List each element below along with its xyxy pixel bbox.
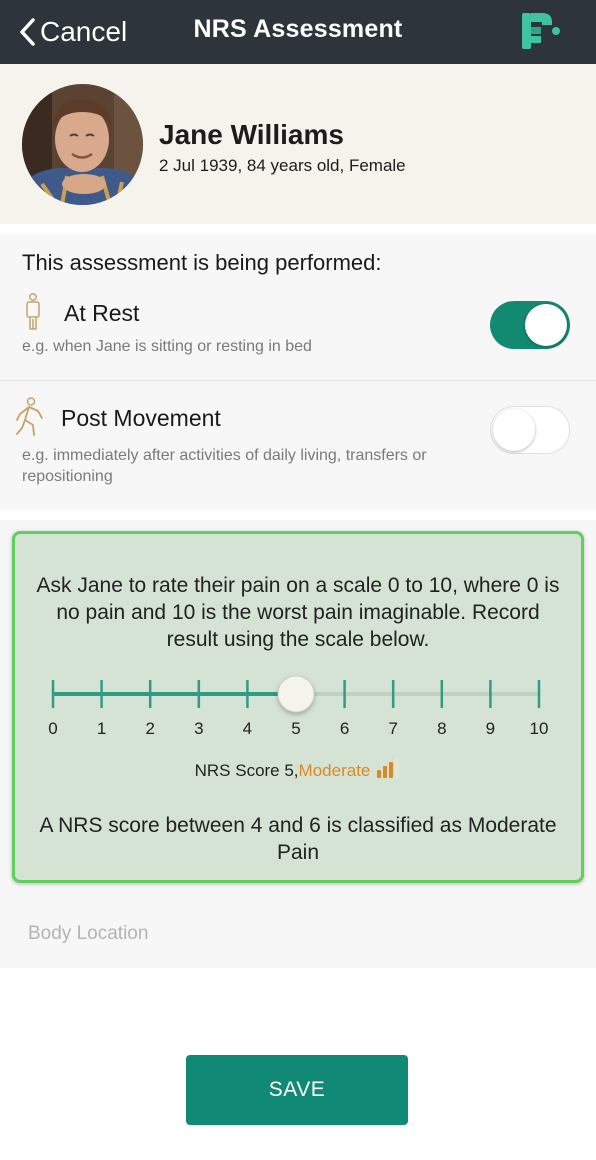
body-location-placeholder: Body Location [28,923,149,944]
patient-header: Jane Williams 2 Jul 1939, 84 years old, … [0,64,596,224]
nrs-score-level: Moderate [298,761,371,780]
slider-tick-label: 4 [243,719,252,738]
page-title: NRS Assessment [193,15,403,43]
patient-name: Jane Williams [159,119,344,150]
standing-person-icon [26,293,40,330]
nrs-classification: A NRS score between 4 and 6 is classifie… [39,814,557,864]
walking-person-icon [16,397,43,436]
app-logo-icon [522,13,560,49]
slider-tick-label: 2 [145,719,154,738]
divider [0,380,596,381]
slider-tick-label: 9 [486,719,495,738]
option-desc-at-rest: e.g. when Jane is sitting or resting in … [22,338,312,355]
slider-tick-label: 1 [97,719,106,738]
slider-tick-label: 5 [291,719,300,738]
nrs-slider[interactable]: 0 1 2 3 4 5 6 7 8 9 10 [15,672,587,742]
assessment-context-section: This assessment is being performed: At R… [0,234,596,510]
level-bar [395,758,400,778]
toggle-knob [525,304,567,346]
slider-tick-label: 8 [437,719,446,738]
level-bar [383,766,388,778]
slider-tick-label: 0 [48,719,57,738]
nrs-panel: Ask Jane to rate their pain on a scale 0… [12,531,584,883]
option-label-at-rest: At Rest [64,300,140,326]
slider-tick-label: 10 [530,719,549,738]
option-label-post-movement: Post Movement [61,405,221,431]
toggle-knob [493,409,535,451]
post-movement-toggle[interactable] [490,406,570,454]
slider-thumb[interactable] [277,675,315,713]
section-heading: This assessment is being performed: [22,250,382,275]
level-bar [389,762,394,778]
signal-bars-icon [377,758,401,778]
patient-photo [22,84,143,205]
option-desc-post-movement: e.g. immediately after activities of dai… [22,447,427,485]
at-rest-toggle[interactable] [490,301,570,349]
nav-bar: Cancel NRS Assessment [0,0,596,64]
nrs-instruction: Ask Jane to rate their pain on a scale 0… [36,574,560,651]
nrs-score: NRS Score 5, Moderate [15,758,581,781]
level-bar [377,770,382,778]
avatar [22,84,143,205]
body-location-field[interactable]: Body Location [0,890,596,968]
save-button[interactable]: SAVE [186,1055,408,1125]
slider-tick-label: 7 [388,719,397,738]
nrs-score-label: NRS Score 5, [194,761,299,780]
slider-tick-label: 3 [194,719,203,738]
patient-details: 2 Jul 1939, 84 years old, Female [159,156,406,175]
slider-tick-label: 6 [340,719,349,738]
